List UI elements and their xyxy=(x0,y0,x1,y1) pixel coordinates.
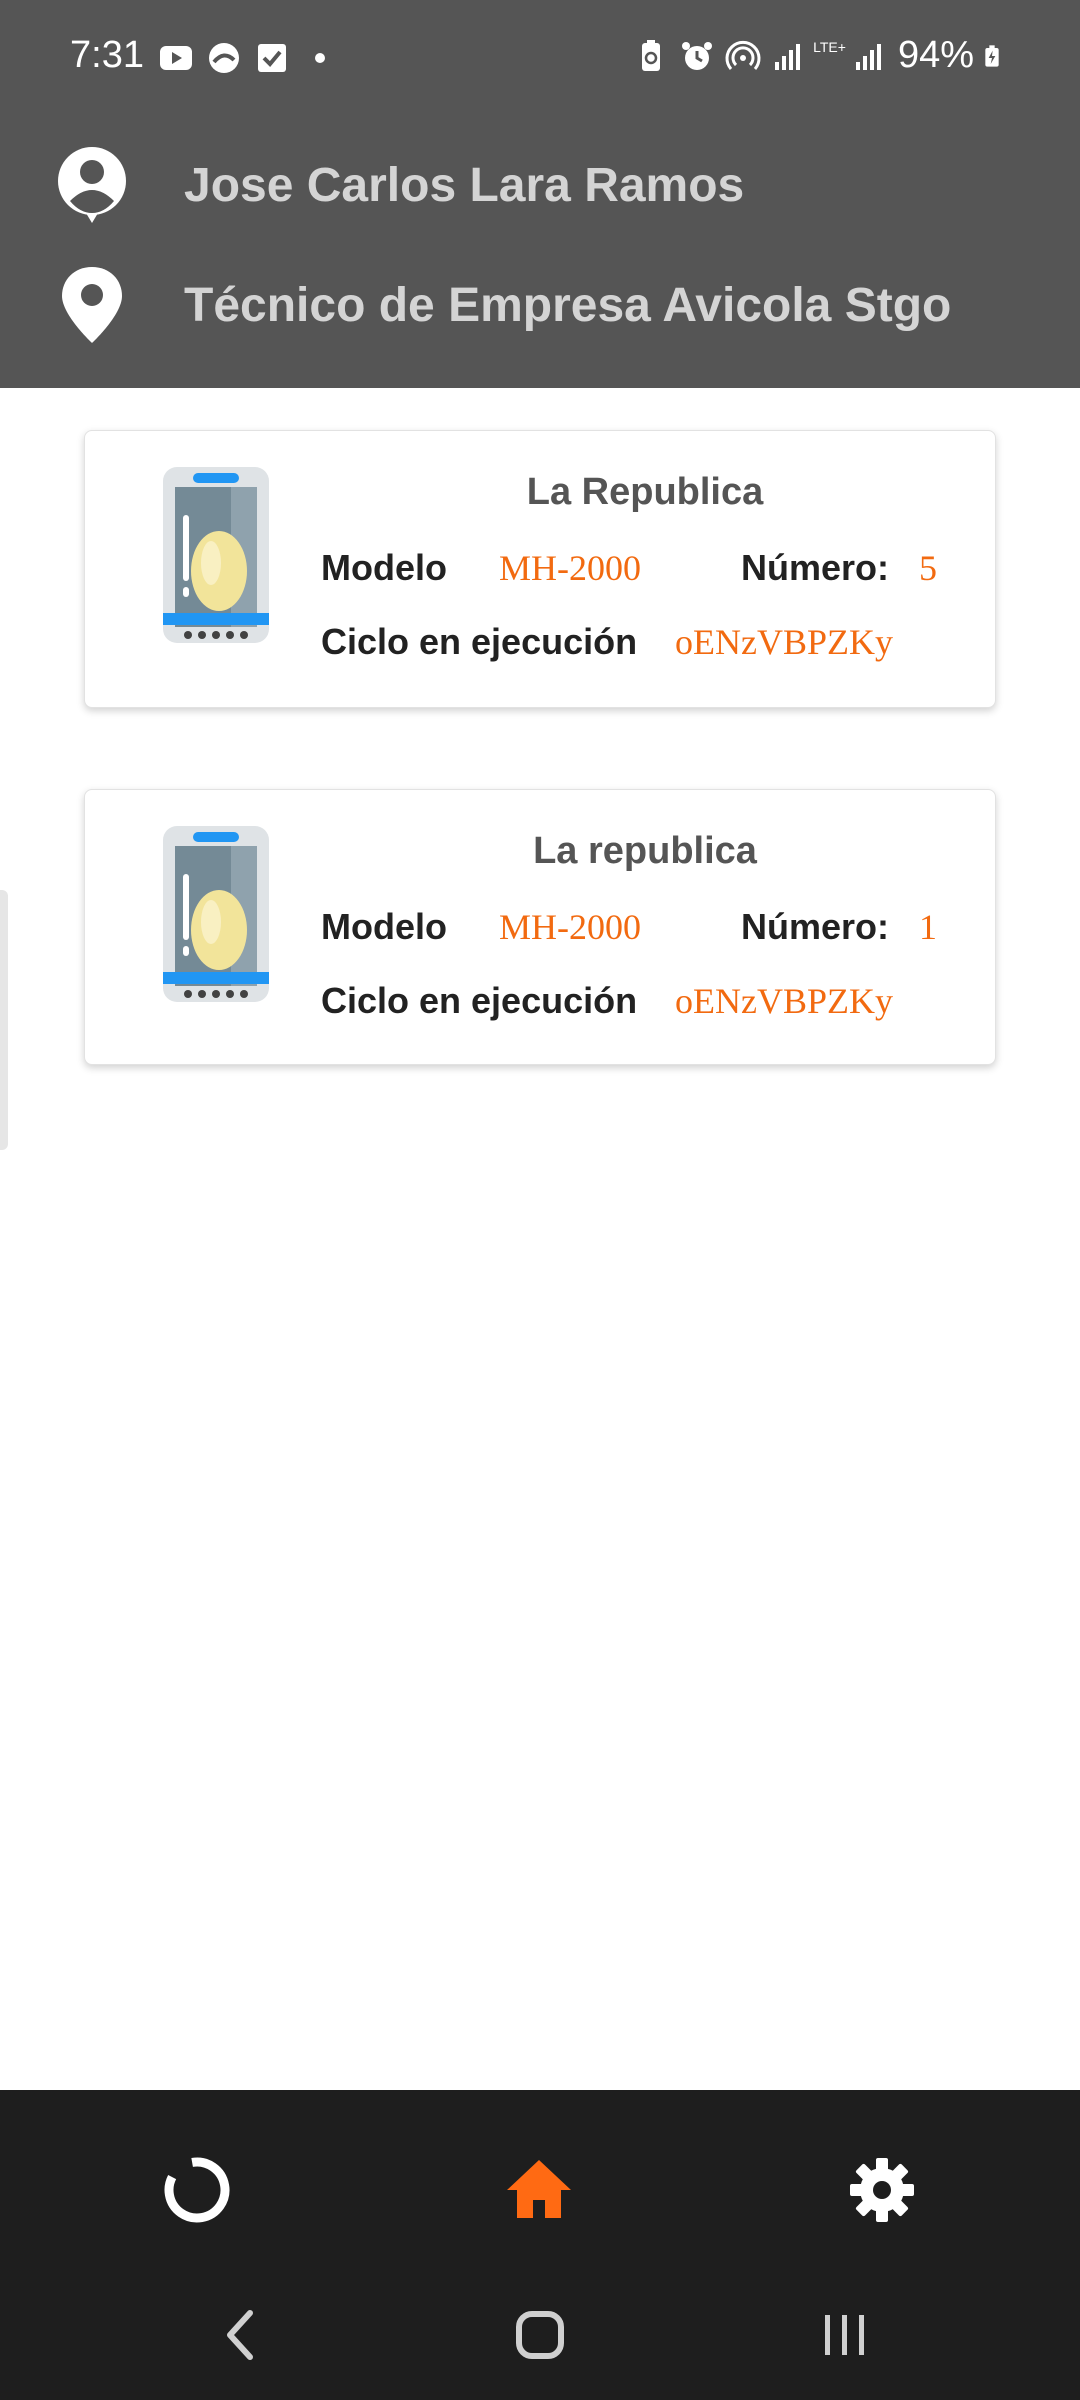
ciclo-label: Ciclo en ejecución xyxy=(321,980,638,1021)
status-time: 7:31 xyxy=(70,34,144,76)
alarm-icon xyxy=(682,41,713,70)
card-title: La Republica xyxy=(526,471,764,513)
modelo-label: Modelo xyxy=(321,906,447,947)
incubator-icon xyxy=(163,467,269,643)
ciclo-value: oENzVBPZKy xyxy=(675,981,893,1021)
numero-label: Número: xyxy=(741,547,890,588)
modelo-label: Modelo xyxy=(321,547,447,588)
user-avatar-icon xyxy=(58,147,126,223)
incubator-card[interactable]: La Republica Modelo MH-2000 Número: 5 Ci… xyxy=(84,430,996,708)
recents-icon xyxy=(825,2315,864,2355)
location-pin-icon xyxy=(62,267,122,343)
numero-value: 5 xyxy=(919,548,937,588)
ciclo-value: oENzVBPZKy xyxy=(675,622,893,662)
ciclo-label: Ciclo en ejecución xyxy=(321,621,638,662)
user-role: Técnico de Empresa Avicola Stgo xyxy=(184,278,952,332)
checkbox-icon xyxy=(258,44,286,72)
system-back-button[interactable] xyxy=(195,2290,285,2380)
signal-icon-2 xyxy=(855,43,881,70)
user-role-row: Técnico de Empresa Avicola Stgo xyxy=(56,265,951,345)
loading-icon xyxy=(164,2157,230,2223)
battery-charging-icon xyxy=(985,44,999,67)
signal-icon xyxy=(775,43,801,70)
hotspot-icon xyxy=(725,40,761,70)
numero-value: 1 xyxy=(919,907,937,947)
edge-panel-handle[interactable] xyxy=(0,890,8,1150)
notification-icons xyxy=(158,40,338,76)
status-indicators: LTE+ 94% xyxy=(633,34,1008,77)
incubator-icon xyxy=(163,826,269,1002)
youtube-icon xyxy=(160,46,192,70)
modelo-value: MH-2000 xyxy=(499,907,641,947)
user-name-row: Jose Carlos Lara Ramos xyxy=(56,145,744,225)
status-bar: 7:31 LTE+ 94% xyxy=(0,0,1080,120)
card-title: La republica xyxy=(533,830,757,872)
home-square-icon xyxy=(516,2311,564,2359)
incubator-card[interactable]: La republica Modelo MH-2000 Número: 1 Ci… xyxy=(84,789,996,1065)
nav-loading-button[interactable] xyxy=(147,2140,247,2240)
bottom-navigation xyxy=(0,2090,1080,2400)
app-notification-icon xyxy=(209,43,239,73)
battery-percent: 94% xyxy=(897,34,974,76)
settings-icon xyxy=(850,2158,914,2222)
home-icon xyxy=(507,2160,571,2218)
dot-icon xyxy=(315,53,325,63)
nav-home-button[interactable] xyxy=(489,2140,589,2240)
battery-saver-icon xyxy=(642,39,661,71)
nav-settings-button[interactable] xyxy=(832,2140,932,2240)
system-home-button[interactable] xyxy=(495,2290,585,2380)
network-type: LTE+ xyxy=(813,38,846,55)
numero-label: Número: xyxy=(741,906,890,947)
back-chevron-icon xyxy=(227,2310,253,2360)
app-header: 7:31 LTE+ 94% Jose Carlos Lara Ramos Téc… xyxy=(0,0,1080,388)
system-recents-button[interactable] xyxy=(800,2290,890,2380)
user-name: Jose Carlos Lara Ramos xyxy=(184,158,745,212)
modelo-value: MH-2000 xyxy=(499,548,641,588)
